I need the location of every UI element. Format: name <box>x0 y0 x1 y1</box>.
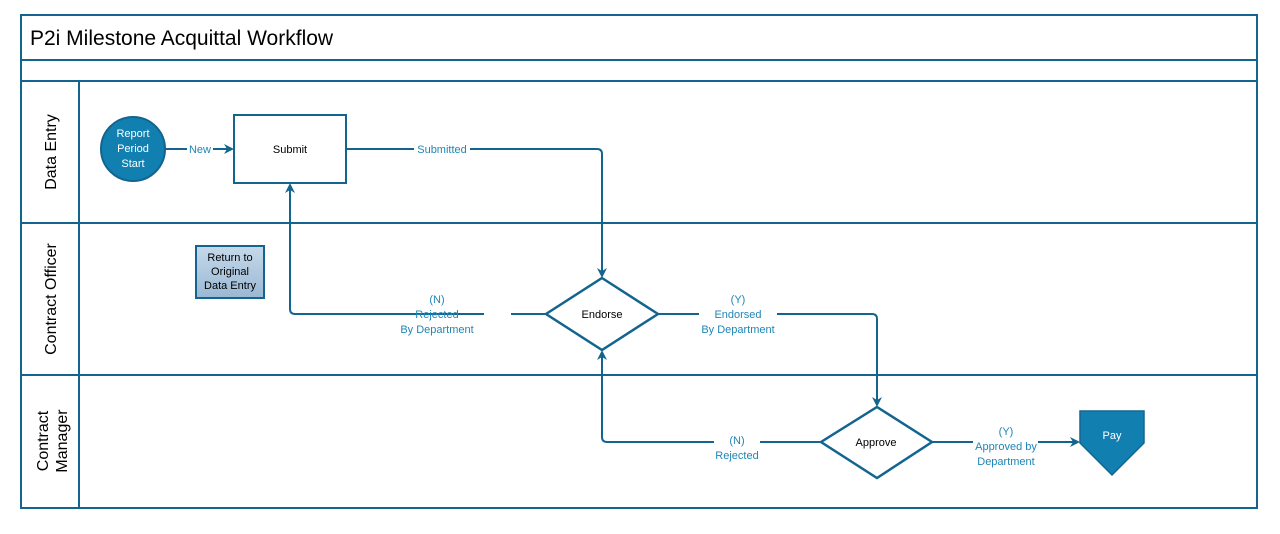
edge-label-line: (Y) <box>731 294 746 306</box>
node-note[interactable]: Return to Original Data Entry <box>195 245 265 299</box>
edge-label-line: Rejected <box>715 450 758 462</box>
node-submit[interactable]: Submit <box>233 114 347 184</box>
node-submit-label: Submit <box>273 144 307 156</box>
off-page-connector-icon <box>1079 410 1145 477</box>
node-start-line: Period <box>117 143 149 155</box>
edge-label-line: Endorsed <box>714 309 761 321</box>
lane-label-line: Contract <box>35 410 52 471</box>
edge-rejected-by-department <box>285 183 484 315</box>
lane-label-contract-manager: Contract Manager <box>35 409 71 473</box>
edge-label-new: New <box>189 144 211 156</box>
edge-label-line: Rejected <box>415 309 458 321</box>
node-endorse-label: Endorse <box>582 309 623 321</box>
edge-label-rejected: (N) Rejected <box>715 435 758 462</box>
diagram-title: P2i Milestone Acquittal Workflow <box>30 27 334 50</box>
lane-label-line: Manager <box>54 409 71 473</box>
node-approve[interactable]: Approve <box>818 405 935 480</box>
node-start-line: Start <box>121 158 144 170</box>
edge-label-endorsed-by-department: (Y) Endorsed By Department <box>701 294 774 336</box>
workflow-diagram: P2i Milestone Acquittal Workflow Data En… <box>20 14 1258 509</box>
node-note-line: Original <box>211 266 249 278</box>
node-start[interactable]: Report Period Start <box>100 116 166 182</box>
edge-label-line: Approved by <box>975 441 1037 453</box>
node-note-line: Return to <box>207 252 252 264</box>
node-start-line: Report <box>116 128 149 140</box>
edge-rejected <box>597 350 714 443</box>
edge-label-line: (N) <box>729 435 744 447</box>
edge-label-line: Department <box>977 456 1034 468</box>
lane-label-contract-officer: Contract Officer <box>43 242 60 354</box>
node-note-line: Data Entry <box>204 280 256 292</box>
edge-label-line: (Y) <box>999 426 1014 438</box>
edge-submitted-seg2 <box>470 148 607 278</box>
edge-label-submitted: Submitted <box>417 144 467 156</box>
edge-label-line: (N) <box>429 294 444 306</box>
lane-label-data-entry: Data Entry <box>43 114 60 190</box>
node-approve-label: Approve <box>856 437 897 449</box>
node-pay[interactable]: Pay <box>1079 410 1145 477</box>
edge-label-line: By Department <box>400 324 473 336</box>
edge-label-approved-by-department: (Y) Approved by Department <box>975 426 1037 468</box>
edge-label-line: By Department <box>701 324 774 336</box>
edge-endorsed-seg2 <box>777 313 882 407</box>
node-endorse[interactable]: Endorse <box>543 276 661 352</box>
node-pay-label: Pay <box>1103 430 1122 442</box>
